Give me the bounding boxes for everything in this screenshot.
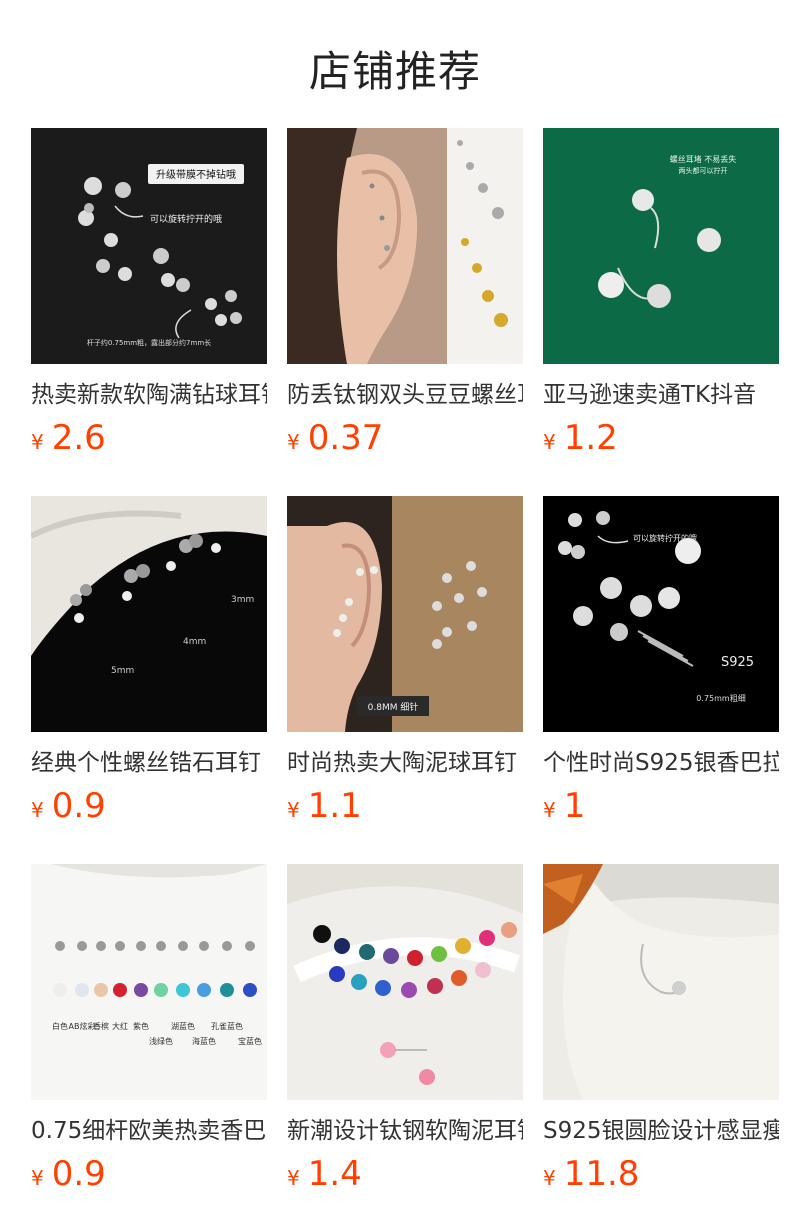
svg-text:湖蓝色: 湖蓝色	[171, 1021, 195, 1031]
svg-text:香槟: 香槟	[93, 1021, 109, 1031]
currency-symbol: ¥	[31, 798, 44, 822]
price-value: 11.8	[563, 1154, 640, 1194]
product-image[interactable]: 升级带膜不掉钻哦 可以旋转拧开的哦 杆子约0.75mm粗，露出部分约7mm长	[31, 128, 267, 364]
product-card[interactable]: 螺丝耳堵 不易丢失 两头都可以拧开 亚马逊速卖通TK抖音 ¥1.2	[543, 128, 779, 464]
product-name[interactable]: 防丢钛钢双头豆豆螺丝耳钉	[287, 380, 523, 410]
product-name[interactable]: 新潮设计钛钢软陶泥耳钉	[287, 1116, 523, 1146]
product-price: ¥2.6	[31, 418, 267, 464]
svg-text:螺丝耳堵 不易丢失: 螺丝耳堵 不易丢失	[670, 154, 737, 164]
product-price: ¥1	[543, 786, 779, 832]
product-price: ¥0.9	[31, 1154, 267, 1200]
product-image[interactable]: 0.8MM 细针	[287, 496, 523, 732]
currency-symbol: ¥	[287, 430, 300, 454]
price-value: 2.6	[51, 418, 106, 458]
product-price: ¥0.9	[31, 786, 267, 832]
svg-text:大红: 大红	[112, 1021, 128, 1031]
product-name[interactable]: 个性时尚S925银香巴拉	[543, 748, 779, 778]
price-value: 1	[563, 786, 586, 826]
product-price: ¥1.1	[287, 786, 523, 832]
price-value: 0.9	[51, 786, 106, 826]
product-price: ¥1.4	[287, 1154, 523, 1200]
product-card[interactable]: 0.8MM 细针 时尚热卖大陶泥球耳钉 ¥1.1	[287, 496, 523, 832]
currency-symbol: ¥	[543, 798, 556, 822]
currency-symbol: ¥	[31, 1166, 44, 1190]
product-image[interactable]	[543, 864, 779, 1100]
product-card[interactable]: 3mm 4mm 5mm 经典个性螺丝锆石耳钉 ¥0.9	[31, 496, 267, 832]
product-price: ¥1.2	[543, 418, 779, 464]
product-card[interactable]: S925银圆脸设计感显瘦 ¥11.8	[543, 864, 779, 1200]
product-name[interactable]: 0.75细杆欧美热卖香巴拉	[31, 1116, 267, 1146]
product-card[interactable]: 防丢钛钢双头豆豆螺丝耳钉 ¥0.37	[287, 128, 523, 464]
currency-symbol: ¥	[31, 430, 44, 454]
svg-text:AB炫彩: AB炫彩	[69, 1021, 96, 1031]
svg-text:0.8MM 细针: 0.8MM 细针	[368, 701, 419, 713]
price-value: 0.37	[307, 418, 384, 458]
price-value: 0.9	[51, 1154, 106, 1194]
product-card[interactable]: 升级带膜不掉钻哦 可以旋转拧开的哦 杆子约0.75mm粗，露出部分约7mm长 热…	[31, 128, 267, 464]
svg-text:5mm: 5mm	[111, 666, 134, 676]
svg-text:孔雀蓝色: 孔雀蓝色	[211, 1021, 243, 1031]
product-name[interactable]: S925银圆脸设计感显瘦	[543, 1116, 779, 1146]
product-image[interactable]: 3mm 4mm 5mm	[31, 496, 267, 732]
product-image[interactable]: 白色 AB炫彩 香槟 大红 紫色 浅绿色 湖蓝色 海蓝色 孔雀蓝色 宝蓝色	[31, 864, 267, 1100]
svg-text:浅绿色: 浅绿色	[149, 1036, 173, 1046]
svg-text:0.75mm粗细: 0.75mm粗细	[696, 693, 745, 703]
product-name[interactable]: 热卖新款软陶满钻球耳钉	[31, 380, 267, 410]
svg-text:可以旋转拧开的哦: 可以旋转拧开的哦	[150, 213, 222, 225]
product-name[interactable]: 时尚热卖大陶泥球耳钉	[287, 748, 523, 778]
product-price: ¥11.8	[543, 1154, 779, 1200]
product-image[interactable]	[287, 864, 523, 1100]
product-price: ¥0.37	[287, 418, 523, 464]
price-value: 1.2	[563, 418, 618, 458]
price-value: 1.4	[307, 1154, 362, 1194]
svg-text:3mm: 3mm	[231, 595, 254, 605]
product-image[interactable]	[287, 128, 523, 364]
product-card[interactable]: 新潮设计钛钢软陶泥耳钉 ¥1.4	[287, 864, 523, 1200]
product-card[interactable]: 白色 AB炫彩 香槟 大红 紫色 浅绿色 湖蓝色 海蓝色 孔雀蓝色 宝蓝色 0.…	[31, 864, 267, 1200]
svg-text:两头都可以拧开: 两头都可以拧开	[679, 166, 728, 175]
svg-text:白色: 白色	[52, 1021, 68, 1031]
currency-symbol: ¥	[543, 1166, 556, 1190]
section-title: 店铺推荐	[308, 47, 481, 96]
product-card[interactable]: 可以旋转拧开的哦 S925 0.75mm粗细 个性时尚S925银香巴拉 ¥1	[543, 496, 779, 832]
currency-symbol: ¥	[287, 1166, 300, 1190]
svg-text:杆子约0.75mm粗，露出部分约7mm长: 杆子约0.75mm粗，露出部分约7mm长	[87, 338, 211, 347]
product-image[interactable]: 螺丝耳堵 不易丢失 两头都可以拧开	[543, 128, 779, 364]
svg-text:4mm: 4mm	[183, 637, 206, 647]
product-name[interactable]: 亚马逊速卖通TK抖音	[543, 380, 779, 410]
svg-text:升级带膜不掉钻哦: 升级带膜不掉钻哦	[156, 168, 236, 181]
currency-symbol: ¥	[543, 430, 556, 454]
svg-text:紫色: 紫色	[133, 1021, 149, 1031]
svg-text:宝蓝色: 宝蓝色	[238, 1036, 262, 1046]
svg-text:S925: S925	[721, 655, 754, 670]
product-name[interactable]: 经典个性螺丝锆石耳钉	[31, 748, 267, 778]
product-image[interactable]: 可以旋转拧开的哦 S925 0.75mm粗细	[543, 496, 779, 732]
svg-text:海蓝色: 海蓝色	[192, 1036, 216, 1046]
currency-symbol: ¥	[287, 798, 300, 822]
price-value: 1.1	[307, 786, 362, 826]
